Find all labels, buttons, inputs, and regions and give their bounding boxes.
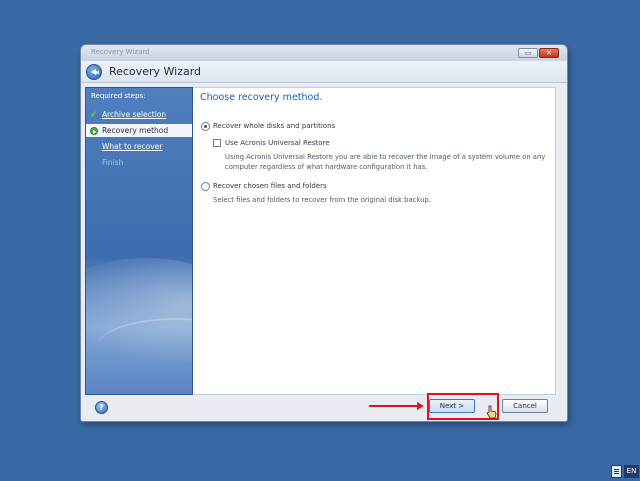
cancel-button[interactable]: Cancel bbox=[502, 399, 548, 413]
check-icon: ✔ bbox=[90, 110, 98, 120]
step-label: Recovery method bbox=[102, 126, 169, 135]
annotation-arrow-line bbox=[369, 405, 419, 407]
recovery-wizard-window: Recovery Wizard ▭ ✕ Recovery Wizard Requ… bbox=[80, 44, 568, 422]
current-step-icon bbox=[90, 127, 98, 135]
system-tray: EN bbox=[611, 465, 639, 479]
keyboard-layout-icon[interactable] bbox=[611, 465, 622, 478]
help-icon[interactable]: ? bbox=[95, 401, 108, 414]
steps-sidebar: Required steps: ✔ Archive selection Reco… bbox=[85, 87, 193, 395]
recover-files-radio[interactable] bbox=[201, 182, 210, 191]
universal-restore-label[interactable]: Use Acronis Universal Restore bbox=[225, 139, 330, 147]
annotation-arrow-head bbox=[417, 402, 424, 410]
step-label: Finish bbox=[102, 158, 124, 167]
page-title: Choose recovery method. bbox=[200, 92, 323, 103]
step-label: What to recover bbox=[102, 142, 163, 151]
close-button[interactable]: ✕ bbox=[539, 48, 559, 58]
hand-cursor-icon bbox=[486, 405, 497, 419]
back-arrow-icon[interactable] bbox=[86, 64, 102, 80]
language-indicator[interactable]: EN bbox=[624, 465, 639, 478]
main-panel: Choose recovery method. Recover whole di… bbox=[193, 87, 556, 395]
recover-files-description: Select files and folders to recover from… bbox=[213, 196, 431, 204]
recover-whole-disks-label[interactable]: Recover whole disks and partitions bbox=[213, 122, 335, 130]
recover-whole-disks-radio[interactable] bbox=[201, 122, 210, 131]
minimize-button[interactable]: ▭ bbox=[518, 48, 538, 58]
wizard-header: Recovery Wizard bbox=[81, 61, 567, 83]
title-bar[interactable]: Recovery Wizard ▭ ✕ bbox=[81, 45, 567, 61]
step-recovery-method[interactable]: Recovery method bbox=[86, 124, 192, 137]
window-title: Recovery Wizard bbox=[91, 48, 150, 56]
step-label: Archive selection bbox=[102, 110, 167, 119]
step-archive-selection[interactable]: ✔ Archive selection bbox=[86, 108, 192, 121]
step-finish: Finish bbox=[86, 156, 192, 169]
recover-files-label[interactable]: Recover chosen files and folders bbox=[213, 182, 327, 190]
universal-restore-checkbox[interactable] bbox=[213, 139, 221, 147]
universal-restore-description: Using Acronis Universal Restore you are … bbox=[225, 153, 546, 171]
required-steps-label: Required steps: bbox=[91, 92, 146, 100]
step-what-to-recover[interactable]: What to recover bbox=[86, 140, 192, 153]
wizard-title: Recovery Wizard bbox=[109, 65, 202, 78]
